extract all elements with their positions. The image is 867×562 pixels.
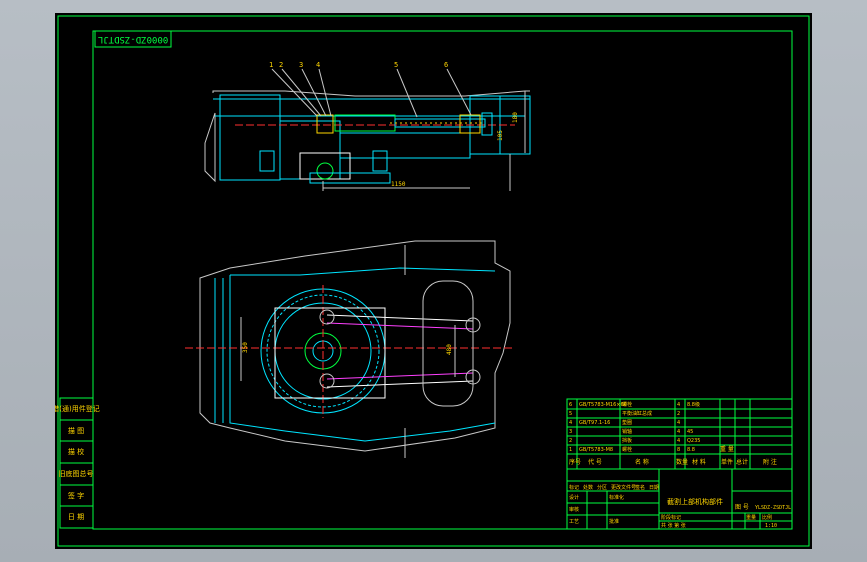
- bom-h8: 附 注: [763, 458, 777, 466]
- bom-r1-c3: 2: [677, 411, 680, 417]
- callout-4: 4: [316, 61, 320, 69]
- code-stamp: 0000ZD-ZSDTJL: [98, 34, 168, 44]
- callout-1: 1: [269, 61, 273, 69]
- callout-5: 5: [394, 61, 398, 69]
- role-0: 设计: [569, 494, 579, 501]
- bom-h0: 序号: [569, 458, 581, 466]
- rev-h1: 处数: [583, 484, 593, 491]
- drawing-title: 截割上部机构部件: [667, 497, 723, 506]
- cad-viewer: 0000ZD-ZSDTJL 180 105 1150 1 2 3 4 5 6 3…: [0, 0, 867, 562]
- bom-r4-c0: 2: [569, 438, 572, 444]
- bom-r5-c0: 1: [569, 447, 572, 453]
- left-table-0: 借(通)用件登记: [55, 404, 100, 413]
- dim-plan-right: 480: [446, 344, 453, 355]
- left-side-table: [59, 397, 94, 529]
- bom-r0-c3: 4: [677, 402, 680, 408]
- bom-h3: 数量: [676, 458, 688, 466]
- dim-top-horizontal: 1150: [391, 181, 406, 188]
- bom-r5-c4: 8.8: [687, 447, 695, 453]
- revision-headers: 标记 处数 分区 更改文件号 签名 日期: [569, 484, 659, 491]
- bom-r3-c2: 销轴: [622, 428, 632, 435]
- plan-view: [185, 240, 515, 458]
- bom-r3-c0: 3: [569, 429, 572, 435]
- stage-label: 阶段标记: [661, 514, 681, 521]
- bom-r3-c3: 4: [677, 429, 680, 435]
- scale-value: 1:10: [765, 523, 777, 529]
- side-view: [204, 90, 531, 191]
- bom-h5: 单件: [721, 458, 733, 466]
- scale-label: 比例: [762, 514, 772, 521]
- bom-r1-c2: 平衡油缸总成: [622, 410, 652, 417]
- bom-r0-c2: 螺栓: [622, 401, 632, 408]
- left-table-5: 日 期: [68, 513, 84, 521]
- bom-r2-c3: 4: [677, 420, 680, 426]
- left-table-2: 描 校: [68, 447, 84, 456]
- weight-label: 重量: [746, 514, 756, 521]
- rev-h3: 更改文件号: [611, 484, 636, 491]
- rev-h2: 分区: [597, 484, 607, 491]
- role-3: 标准化: [609, 494, 624, 501]
- left-table-3: 旧底图总号: [59, 469, 94, 478]
- drawing-number: YLSDZ-ZSDTJL: [755, 505, 791, 511]
- drawing-canvas[interactable]: 0000ZD-ZSDTJL 180 105 1150 1 2 3 4 5 6 3…: [55, 13, 812, 549]
- bom-r0-c1: GB/T5783-M16×60: [579, 402, 627, 408]
- drawing-number-label: 图 号: [735, 504, 749, 511]
- bom-r0-c0: 6: [569, 402, 572, 408]
- role-1: 审核: [569, 506, 579, 513]
- dim-plan-left: 350: [242, 342, 249, 353]
- bom-r2-c0: 4: [569, 420, 572, 426]
- role-2: 工艺: [569, 519, 579, 525]
- bom-r4-c2: 挡板: [622, 437, 632, 444]
- part-callouts: [271, 68, 472, 118]
- left-table-4: 签 字: [68, 491, 84, 500]
- bom-r3-c4: 45: [687, 429, 693, 435]
- bom-r1-c0: 5: [569, 411, 572, 417]
- dim-top-right-2: 105: [497, 130, 504, 141]
- callout-2: 2: [279, 61, 283, 69]
- rev-h4: 签名: [635, 484, 645, 491]
- bom-h6: 总计: [736, 458, 748, 466]
- sheet-label: 共 张 第 张: [661, 522, 686, 529]
- callout-3: 3: [299, 61, 303, 69]
- bom-h7: 重 量: [720, 445, 734, 453]
- bom-h1: 代 号: [588, 458, 602, 466]
- callout-6: 6: [444, 61, 448, 69]
- rev-h5: 日期: [649, 485, 659, 491]
- bom-r2-c2: 垫圈: [622, 419, 632, 426]
- bom-r5-c3: 8: [677, 447, 680, 453]
- title-roles: 设计 审核 工艺 标准化 批准: [569, 494, 624, 525]
- bom-r5-c1: GB/T5783-M8: [579, 447, 613, 453]
- dim-top-right-1: 180: [512, 112, 519, 123]
- bom-r0-c4: 8.8级: [687, 401, 700, 408]
- bom-r4-c3: 4: [677, 438, 680, 444]
- bom-r4-c4: Q235: [687, 438, 700, 444]
- left-table-1: 描 图: [68, 426, 84, 435]
- bom-h2: 名 称: [635, 458, 649, 466]
- role-4: 批准: [609, 518, 619, 525]
- bom-r2-c1: GB/T97.1-16: [579, 420, 610, 426]
- bom-r5-c2: 螺栓: [622, 446, 632, 453]
- cad-drawing-svg: 0000ZD-ZSDTJL 180 105 1150 1 2 3 4 5 6 3…: [55, 15, 810, 547]
- rev-h0: 标记: [569, 484, 579, 491]
- bom-h4: 材 料: [692, 458, 706, 466]
